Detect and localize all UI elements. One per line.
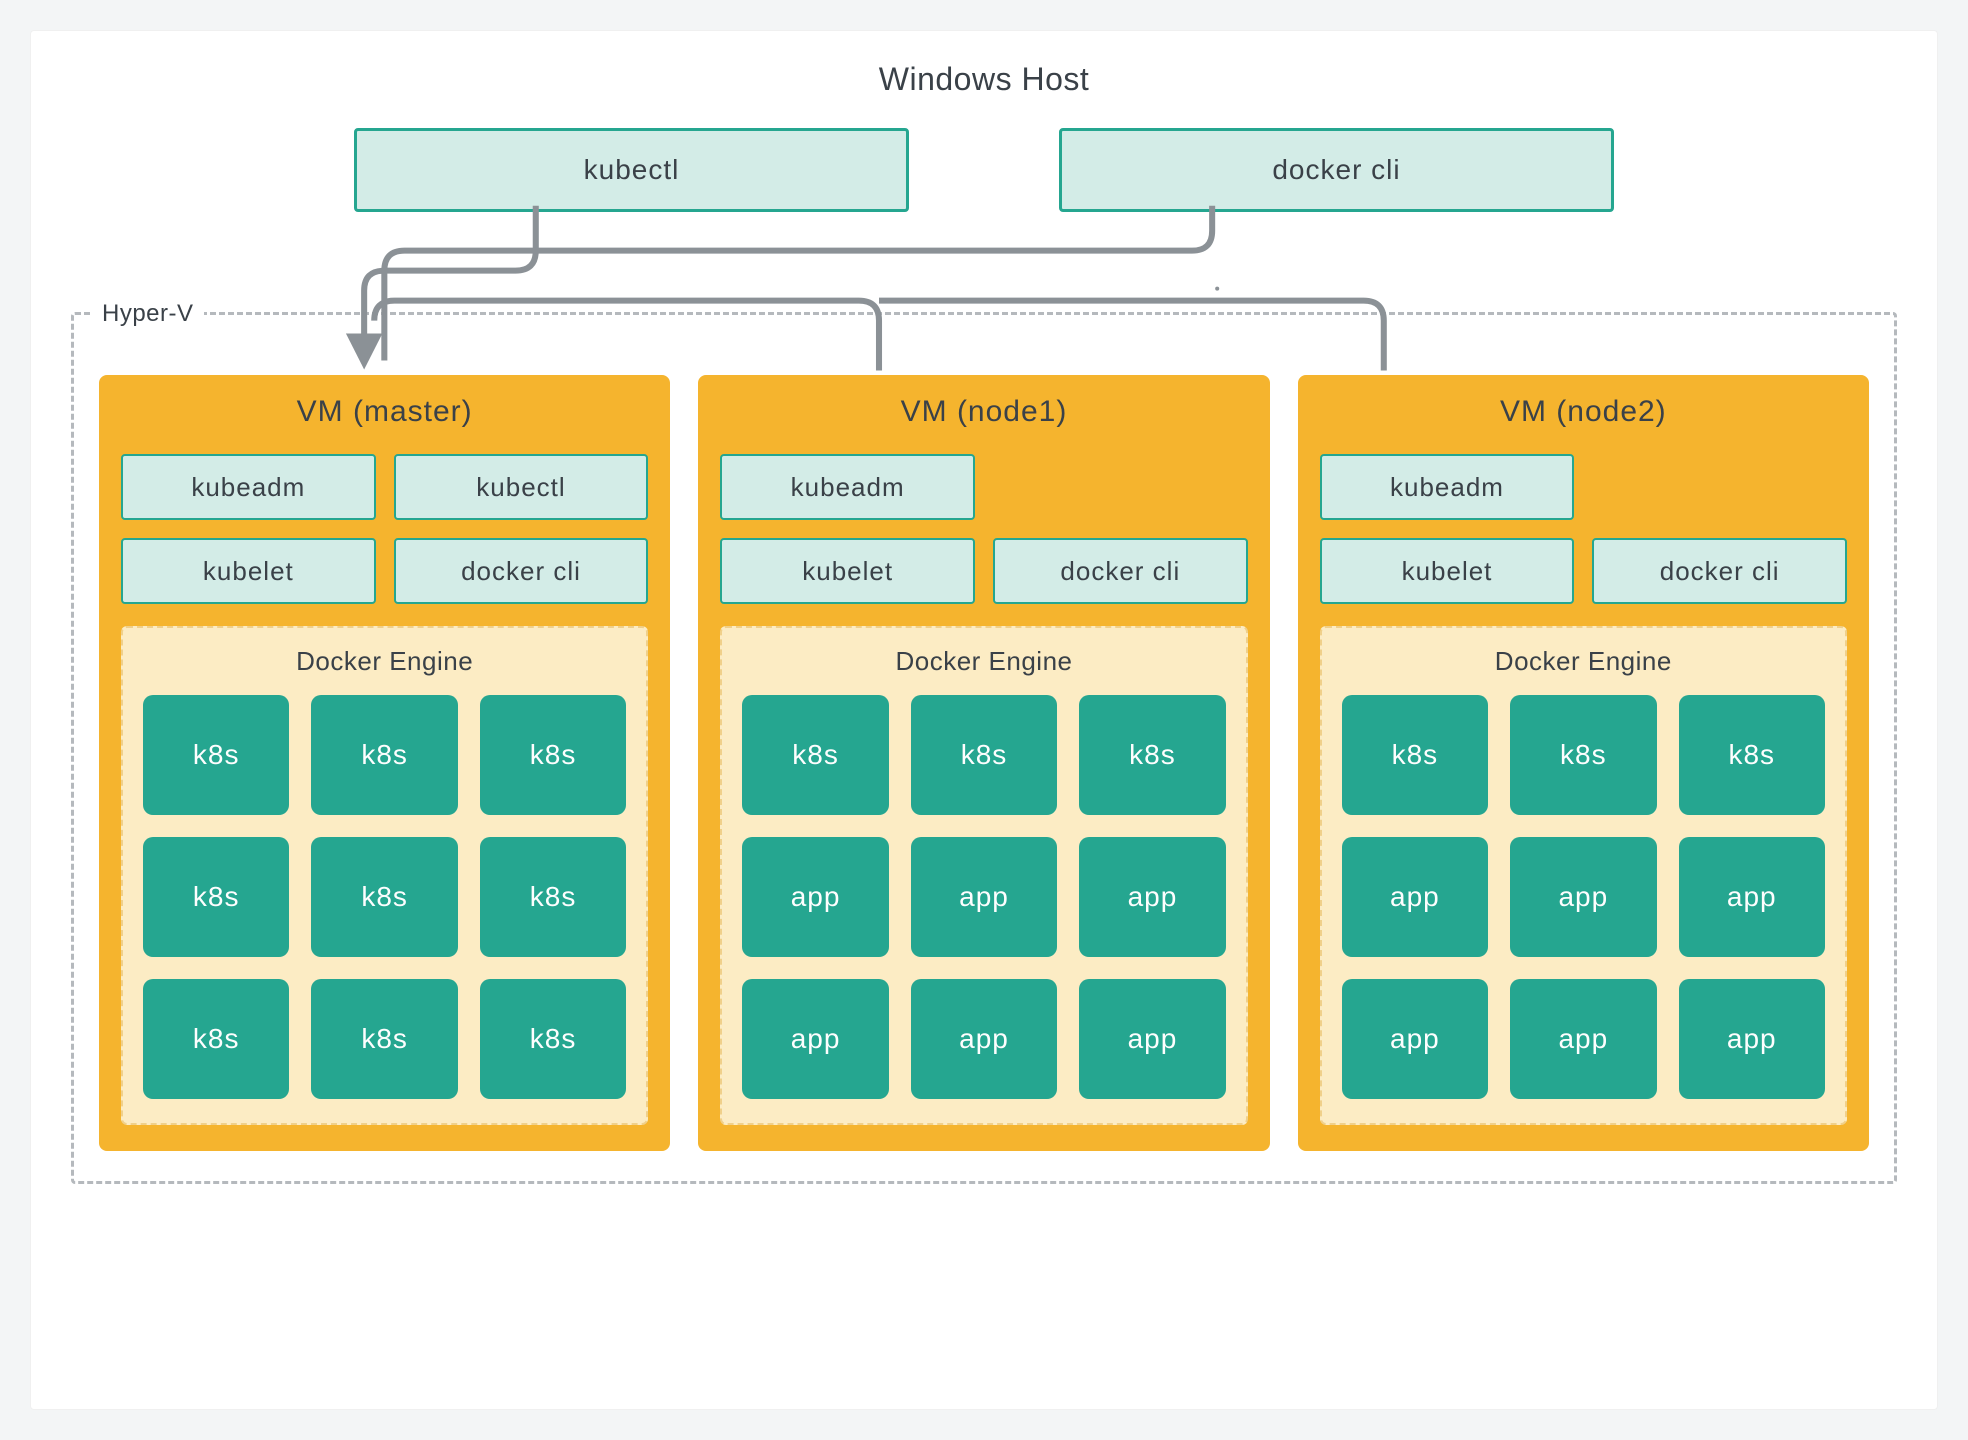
- app-container: app: [1079, 979, 1225, 1099]
- app-container: app: [1679, 979, 1825, 1099]
- k8s-container: k8s: [143, 979, 289, 1099]
- kubeadm-box: kubeadm: [121, 454, 376, 520]
- app-container: app: [911, 837, 1057, 957]
- app-container: app: [742, 837, 888, 957]
- vm-master: VM (master) kubeadm kubectl kubelet dock…: [99, 375, 670, 1151]
- engine-title: Docker Engine: [1342, 646, 1825, 677]
- k8s-container: k8s: [480, 695, 626, 815]
- app-container: app: [1342, 979, 1488, 1099]
- vm-node2: VM (node2) kubeadm kubelet docker cli Do…: [1298, 375, 1869, 1151]
- docker-engine: Docker Engine k8s k8s k8s app app app ap…: [720, 626, 1247, 1125]
- kubectl-cli-box: kubectl: [354, 128, 909, 212]
- app-container: app: [911, 979, 1057, 1099]
- app-container: app: [1510, 979, 1656, 1099]
- vm-tools: kubeadm kubelet docker cli: [720, 454, 1247, 604]
- engine-title: Docker Engine: [742, 646, 1225, 677]
- host-title: Windows Host: [71, 61, 1897, 98]
- k8s-container: k8s: [143, 837, 289, 957]
- hyperv-container: Hyper-V VM (master) kubeadm kubectl kube…: [71, 312, 1897, 1184]
- cli-row: kubectl docker cli: [71, 128, 1897, 212]
- engine-title: Docker Engine: [143, 646, 626, 677]
- vm-node1: VM (node1) kubeadm kubelet docker cli Do…: [698, 375, 1269, 1151]
- k8s-container: k8s: [1079, 695, 1225, 815]
- app-container: app: [1510, 837, 1656, 957]
- app-container: app: [1342, 837, 1488, 957]
- hyperv-label: Hyper-V: [92, 300, 204, 328]
- kubelet-box: kubelet: [121, 538, 376, 604]
- docker-engine: Docker Engine k8s k8s k8s app app app ap…: [1320, 626, 1847, 1125]
- kubelet-box: kubelet: [720, 538, 975, 604]
- vm-tools: kubeadm kubelet docker cli: [1320, 454, 1847, 604]
- kubeadm-box: kubeadm: [1320, 454, 1575, 520]
- kubelet-box: kubelet: [1320, 538, 1575, 604]
- k8s-container: k8s: [311, 837, 457, 957]
- docker-cli-box: docker cli: [394, 538, 649, 604]
- app-container: app: [742, 979, 888, 1099]
- docker-cli-box: docker cli: [1592, 538, 1847, 604]
- kubectl-box: kubectl: [394, 454, 649, 520]
- k8s-container: k8s: [143, 695, 289, 815]
- k8s-container: k8s: [1679, 695, 1825, 815]
- vm-title: VM (node2): [1320, 395, 1847, 429]
- app-container: app: [1679, 837, 1825, 957]
- k8s-container: k8s: [311, 979, 457, 1099]
- app-container: app: [1079, 837, 1225, 957]
- k8s-container: k8s: [311, 695, 457, 815]
- docker-engine: Docker Engine k8s k8s k8s k8s k8s k8s k8…: [121, 626, 648, 1125]
- vm-title: VM (master): [121, 395, 648, 429]
- vm-tools: kubeadm kubectl kubelet docker cli: [121, 454, 648, 604]
- vm-row: VM (master) kubeadm kubectl kubelet dock…: [99, 375, 1869, 1151]
- k8s-container: k8s: [911, 695, 1057, 815]
- k8s-container: k8s: [480, 837, 626, 957]
- k8s-container: k8s: [480, 979, 626, 1099]
- container-grid: k8s k8s k8s app app app app app app: [1342, 695, 1825, 1099]
- k8s-container: k8s: [742, 695, 888, 815]
- windows-host-container: Windows Host kubectl docker cli Hyper-V …: [30, 30, 1938, 1410]
- k8s-container: k8s: [1342, 695, 1488, 815]
- vm-title: VM (node1): [720, 395, 1247, 429]
- k8s-container: k8s: [1510, 695, 1656, 815]
- container-grid: k8s k8s k8s k8s k8s k8s k8s k8s k8s: [143, 695, 626, 1099]
- docker-cli-box: docker cli: [993, 538, 1248, 604]
- docker-cli-box: docker cli: [1059, 128, 1614, 212]
- kubeadm-box: kubeadm: [720, 454, 975, 520]
- container-grid: k8s k8s k8s app app app app app app: [742, 695, 1225, 1099]
